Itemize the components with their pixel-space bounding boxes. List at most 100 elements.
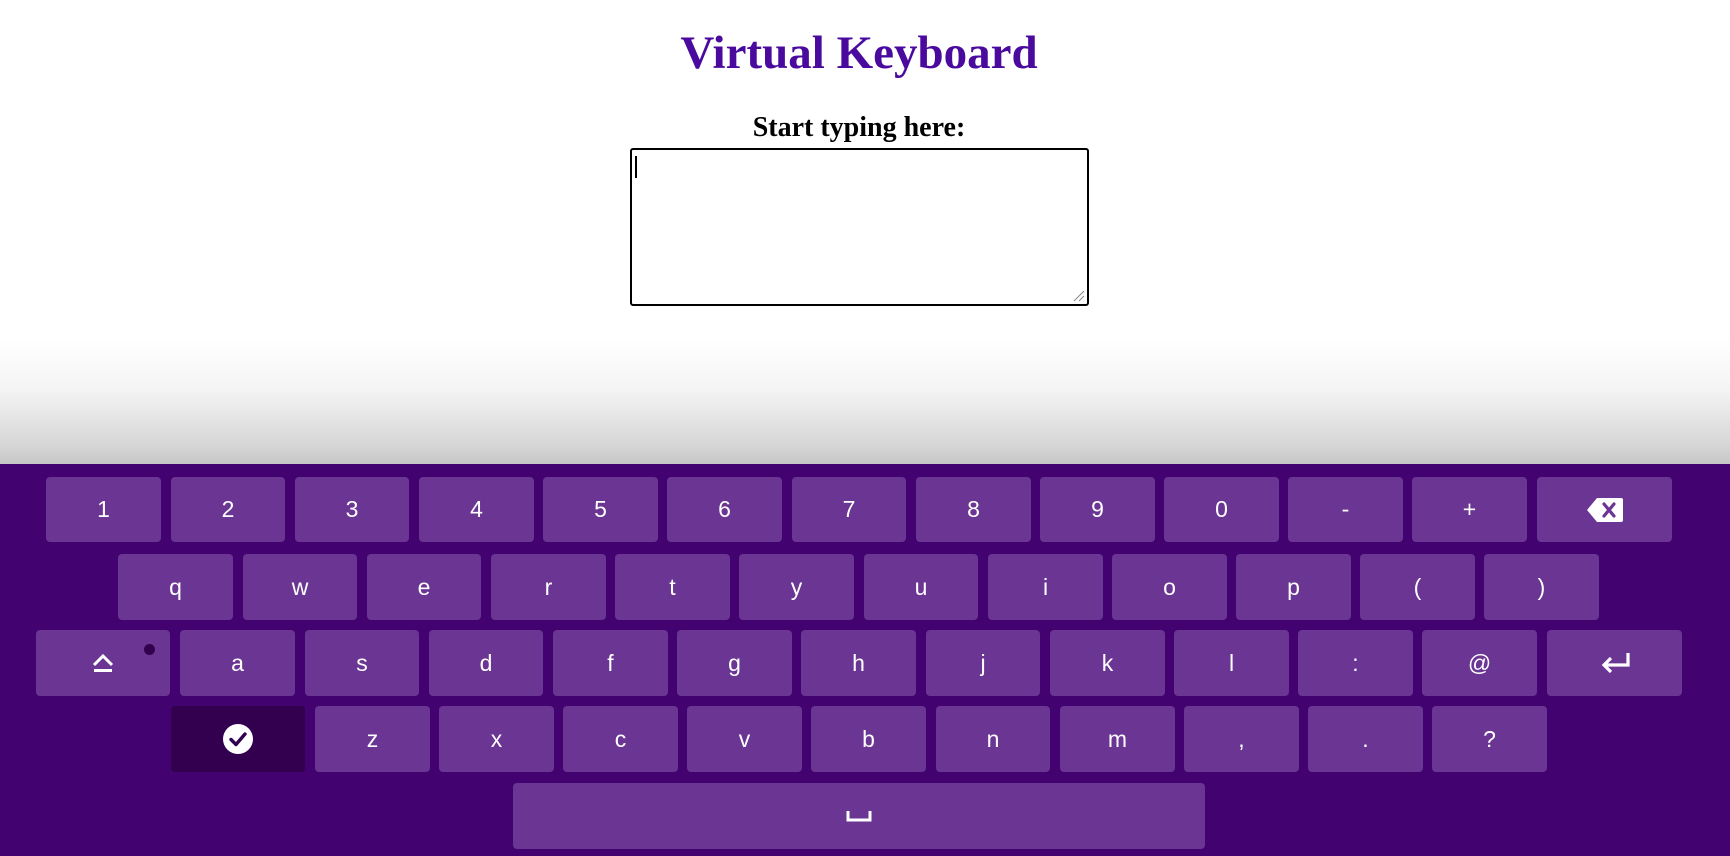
key-label: p [1287, 573, 1300, 600]
key-p[interactable]: p [1236, 554, 1351, 620]
key-b[interactable]: b [811, 706, 926, 772]
key-3[interactable]: 3 [295, 477, 409, 542]
virtual-keyboard: 1 2 3 4 5 6 7 8 9 0 - + q w e r t y u i … [0, 464, 1730, 856]
key-6[interactable]: 6 [667, 477, 782, 542]
key-open-paren[interactable]: ( [1360, 554, 1475, 620]
key-label: . [1362, 725, 1369, 752]
key-label: g [728, 649, 741, 676]
key-label: s [356, 649, 368, 676]
key-o[interactable]: o [1112, 554, 1227, 620]
key-label: 3 [345, 496, 359, 522]
key-label: 0 [1215, 496, 1228, 522]
key-label: q [169, 573, 182, 600]
key-2[interactable]: 2 [171, 477, 285, 542]
key-z[interactable]: z [315, 706, 430, 772]
key-4[interactable]: 4 [419, 477, 534, 542]
key-m[interactable]: m [1060, 706, 1175, 772]
text-caret [635, 156, 637, 178]
key-label: 9 [1091, 496, 1104, 522]
key-at[interactable]: @ [1422, 630, 1537, 696]
key-question[interactable]: ? [1432, 706, 1547, 772]
shift-indicator-dot [144, 644, 155, 655]
enter-icon [1601, 653, 1630, 674]
enter-key[interactable] [1547, 630, 1682, 696]
key-label: 8 [967, 496, 980, 522]
key-label: ? [1483, 725, 1496, 752]
key-i[interactable]: i [988, 554, 1103, 620]
done-key[interactable] [171, 706, 305, 772]
key-9[interactable]: 9 [1040, 477, 1155, 542]
key-u[interactable]: u [864, 554, 978, 620]
key-label: h [852, 649, 865, 676]
key-label: o [1163, 573, 1176, 600]
key-k[interactable]: k [1050, 630, 1165, 696]
key-n[interactable]: n [936, 706, 1050, 772]
key-label: u [914, 573, 928, 600]
key-label: 5 [594, 496, 607, 522]
key-q[interactable]: q [118, 554, 233, 620]
shift-icon [92, 653, 114, 672]
key-label: : [1352, 649, 1359, 676]
key-1[interactable]: 1 [46, 477, 161, 542]
key-c[interactable]: c [563, 706, 678, 772]
key-v[interactable]: v [687, 706, 802, 772]
key-0[interactable]: 0 [1164, 477, 1279, 542]
key-close-paren[interactable]: ) [1484, 554, 1599, 620]
key-plus[interactable]: + [1412, 477, 1527, 542]
backspace-key[interactable] [1537, 477, 1672, 542]
key-g[interactable]: g [677, 630, 792, 696]
key-label: n [986, 725, 1000, 752]
key-label: m [1107, 725, 1128, 752]
key-label: r [544, 573, 553, 600]
space-key[interactable] [513, 783, 1205, 849]
key-t[interactable]: t [615, 554, 730, 620]
key-label: 1 [97, 496, 110, 522]
backspace-icon [1586, 497, 1623, 522]
key-w[interactable]: w [243, 554, 357, 620]
page-title: Virtual Keyboard [680, 27, 1038, 79]
key-y[interactable]: y [739, 554, 854, 620]
key-5[interactable]: 5 [543, 477, 658, 542]
key-label: j [980, 649, 986, 676]
key-label: l [1228, 649, 1235, 676]
key-label: c [614, 725, 627, 752]
key-label: e [417, 573, 431, 600]
shift-key[interactable] [36, 630, 170, 696]
key-period[interactable]: . [1308, 706, 1423, 772]
key-label: f [607, 649, 614, 676]
key-label: 4 [470, 496, 483, 522]
key-label: x [490, 725, 503, 752]
resize-grip-icon[interactable] [1071, 288, 1085, 302]
key-s[interactable]: s [305, 630, 419, 696]
key-label: i [1042, 573, 1049, 600]
key-minus[interactable]: - [1288, 477, 1403, 542]
key-label: + [1462, 496, 1477, 522]
key-label: ) [1537, 573, 1546, 600]
key-label: y [790, 573, 803, 600]
key-label: v [738, 725, 751, 752]
key-j[interactable]: j [926, 630, 1040, 696]
key-x[interactable]: x [439, 706, 554, 772]
key-7[interactable]: 7 [792, 477, 906, 542]
typing-textarea[interactable] [630, 148, 1089, 306]
key-label: w [291, 573, 309, 600]
key-comma[interactable]: , [1184, 706, 1299, 772]
key-a[interactable]: a [180, 630, 295, 696]
key-label: 7 [842, 496, 856, 522]
key-label: , [1238, 725, 1245, 752]
key-8[interactable]: 8 [916, 477, 1031, 542]
key-label: a [231, 649, 244, 676]
key-d[interactable]: d [429, 630, 543, 696]
key-l[interactable]: l [1174, 630, 1289, 696]
key-label: 2 [221, 496, 235, 522]
key-label: k [1101, 649, 1114, 676]
key-label: t [669, 573, 676, 600]
key-label: 6 [718, 496, 731, 522]
key-colon[interactable]: : [1298, 630, 1413, 696]
space-icon [846, 811, 872, 822]
key-f[interactable]: f [553, 630, 668, 696]
input-label: Start typing here: [752, 112, 966, 143]
key-h[interactable]: h [801, 630, 916, 696]
key-r[interactable]: r [491, 554, 606, 620]
key-e[interactable]: e [367, 554, 481, 620]
